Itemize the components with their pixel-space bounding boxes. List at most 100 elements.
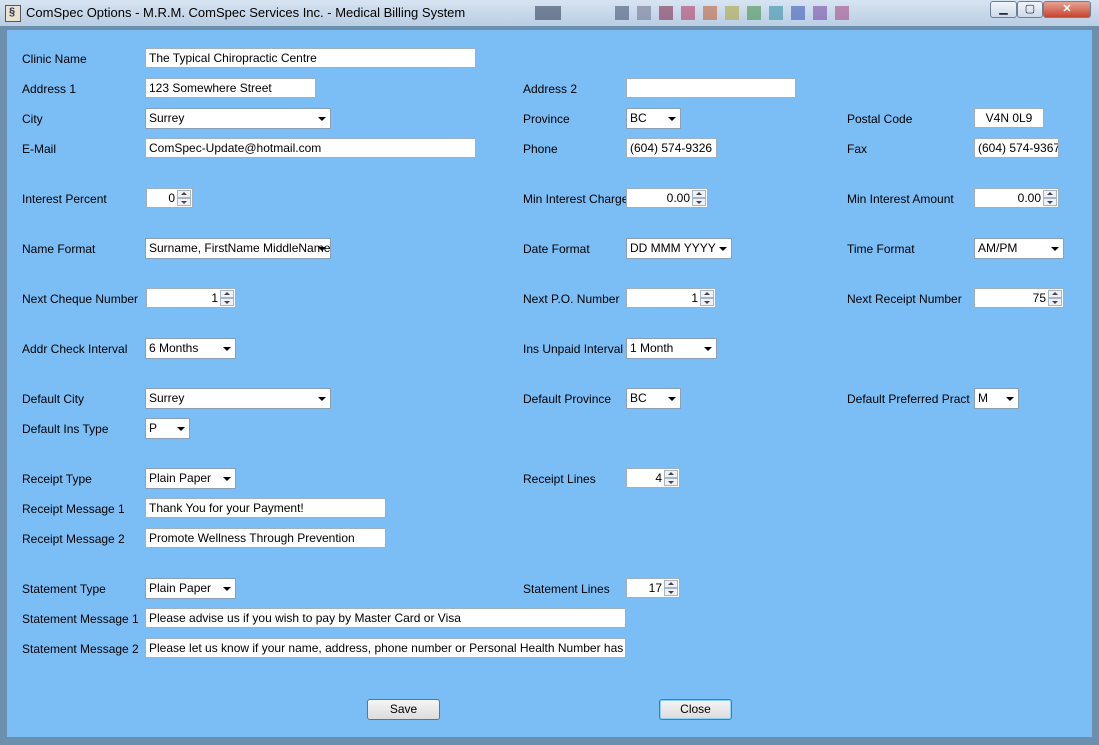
default-ins-type-label: Default Ins Type <box>22 422 109 436</box>
swatch <box>813 6 827 20</box>
next-cheque-number-spinner[interactable]: 1 <box>146 288 236 308</box>
chevron-down-icon <box>177 427 185 431</box>
statement-type-dropdown[interactable]: Plain Paper <box>145 578 236 599</box>
swatch <box>791 6 805 20</box>
name-format-dropdown[interactable]: Surname, FirstName MiddleNames <box>145 238 331 259</box>
statement-lines-label: Statement Lines <box>523 582 610 596</box>
spin-down-icon[interactable] <box>177 198 191 206</box>
province-dropdown[interactable]: BC <box>626 108 681 129</box>
min-interest-charge-label: Min Interest Charge <box>523 192 629 206</box>
spin-down-icon[interactable] <box>692 198 706 206</box>
statement-lines-spinner[interactable]: 17 <box>626 578 680 598</box>
next-receipt-number-label: Next Receipt Number <box>847 292 962 306</box>
spin-down-icon[interactable] <box>664 478 678 486</box>
ins-unpaid-interval-label: Ins Unpaid Interval <box>523 342 624 356</box>
city-dropdown[interactable]: Surrey <box>145 108 331 129</box>
statement-message1-field[interactable]: Please advise us if you wish to pay by M… <box>145 608 626 628</box>
receipt-type-label: Receipt Type <box>22 472 92 486</box>
receipt-type-value: Plain Paper <box>149 471 212 485</box>
next-cheque-number-label: Next Cheque Number <box>22 292 139 306</box>
min-interest-charge-value: 0.00 <box>666 191 690 205</box>
clinic-name-label: Clinic Name <box>22 52 87 66</box>
date-format-label: Date Format <box>523 242 590 256</box>
spin-down-icon[interactable] <box>664 588 678 596</box>
ins-unpaid-interval-dropdown[interactable]: 1 Month <box>626 338 717 359</box>
default-city-dropdown[interactable]: Surrey <box>145 388 331 409</box>
default-preferred-pract-dropdown[interactable]: M <box>974 388 1019 409</box>
maximize-icon[interactable]: ▢ <box>1017 1 1043 18</box>
spin-down-icon[interactable] <box>1043 198 1057 206</box>
options-form: Clinic Name The Typical Chiropractic Cen… <box>7 30 1092 737</box>
fax-label: Fax <box>847 142 868 156</box>
chevron-down-icon <box>1051 247 1059 251</box>
spin-down-icon[interactable] <box>220 298 234 306</box>
chevron-down-icon <box>223 477 231 481</box>
statement-message2-field[interactable]: Please let us know if your name, address… <box>145 638 626 658</box>
name-format-value: Surname, FirstName MiddleNames <box>149 241 331 255</box>
ins-unpaid-interval-value: 1 Month <box>630 341 674 355</box>
swatch <box>681 6 695 20</box>
min-interest-amount-spinner[interactable]: 0.00 <box>974 188 1059 208</box>
postal-code-field[interactable]: V4N 0L9 <box>974 108 1044 128</box>
interest-percent-spinner[interactable]: 0 <box>146 188 193 208</box>
swatch <box>769 6 783 20</box>
date-format-dropdown[interactable]: DD MMM YYYY <box>626 238 732 259</box>
receipt-message2-field[interactable]: Promote Wellness Through Prevention <box>145 528 386 548</box>
receipt-type-dropdown[interactable]: Plain Paper <box>145 468 236 489</box>
spin-up-icon[interactable] <box>1043 190 1057 198</box>
province-value: BC <box>630 111 647 125</box>
next-po-number-label: Next P.O. Number <box>523 292 620 306</box>
addr-check-interval-dropdown[interactable]: 6 Months <box>145 338 236 359</box>
min-interest-charge-spinner[interactable]: 0.00 <box>626 188 708 208</box>
next-cheque-number-value: 1 <box>211 291 218 305</box>
swatch <box>747 6 761 20</box>
addr-check-interval-value: 6 Months <box>149 341 199 355</box>
minimize-icon[interactable]: ▁ <box>990 1 1017 18</box>
default-city-value: Surrey <box>149 391 185 405</box>
phone-label: Phone <box>523 142 558 156</box>
spin-up-icon[interactable] <box>664 470 678 478</box>
receipt-message1-field[interactable]: Thank You for your Payment! <box>145 498 386 518</box>
address2-field[interactable] <box>626 78 796 98</box>
spin-up-icon[interactable] <box>1048 290 1062 298</box>
spin-up-icon[interactable] <box>692 190 706 198</box>
time-format-dropdown[interactable]: AM/PM <box>974 238 1064 259</box>
app-icon: § <box>5 5 21 22</box>
swatch <box>703 6 717 20</box>
email-field[interactable]: ComSpec-Update@hotmail.com <box>145 138 476 158</box>
next-receipt-number-spinner[interactable]: 75 <box>974 288 1064 308</box>
spin-down-icon[interactable] <box>1048 298 1062 306</box>
receipt-lines-spinner[interactable]: 4 <box>626 468 680 488</box>
chevron-down-icon <box>318 397 326 401</box>
fax-field[interactable]: (604) 574-9367 <box>974 138 1059 158</box>
phone-field[interactable]: (604) 574-9326 <box>626 138 717 158</box>
spin-up-icon[interactable] <box>664 580 678 588</box>
default-ins-type-value: P <box>149 421 158 435</box>
postal-code-label: Postal Code <box>847 112 913 126</box>
statement-type-value: Plain Paper <box>149 581 212 595</box>
spin-up-icon[interactable] <box>700 290 714 298</box>
clinic-name-field[interactable]: The Typical Chiropractic Centre <box>145 48 476 68</box>
spin-down-icon[interactable] <box>700 298 714 306</box>
spin-up-icon[interactable] <box>177 190 191 198</box>
swatch <box>835 6 849 20</box>
next-po-number-value: 1 <box>691 291 698 305</box>
swatch <box>725 6 739 20</box>
address1-field[interactable]: 123 Somewhere Street <box>145 78 316 98</box>
save-button[interactable]: Save <box>367 699 440 720</box>
close-button[interactable]: Close <box>659 699 732 720</box>
email-label: E-Mail <box>22 142 57 156</box>
chevron-down-icon <box>668 117 676 121</box>
next-po-number-spinner[interactable]: 1 <box>626 288 716 308</box>
default-province-value: BC <box>630 391 647 405</box>
window-title: ComSpec Options - M.R.M. ComSpec Service… <box>26 5 466 20</box>
default-province-dropdown[interactable]: BC <box>626 388 681 409</box>
chevron-down-icon <box>223 347 231 351</box>
spin-up-icon[interactable] <box>220 290 234 298</box>
address2-label: Address 2 <box>523 82 578 96</box>
statement-message1-label: Statement Message 1 <box>22 612 139 626</box>
close-window-icon[interactable]: ✕ <box>1043 1 1091 18</box>
city-label: City <box>22 112 43 126</box>
default-ins-type-dropdown[interactable]: P <box>145 418 190 439</box>
time-format-label: Time Format <box>847 242 915 256</box>
